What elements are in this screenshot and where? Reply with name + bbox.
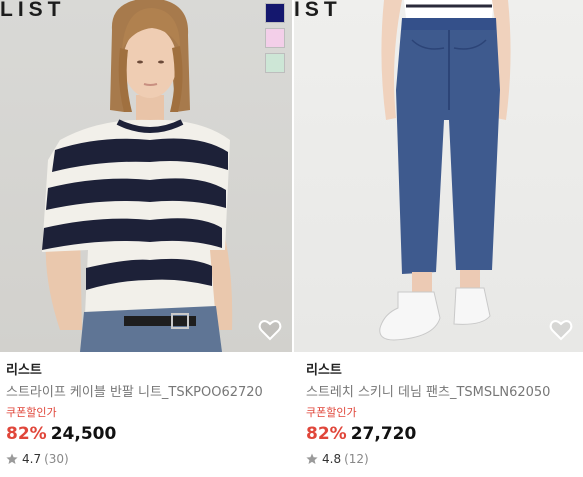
rating-row: 4.7 (30) <box>6 451 288 467</box>
price-row: 82% 27,720 <box>306 423 579 445</box>
discount-rate: 82% <box>6 424 47 444</box>
rating-score: 4.7 <box>22 452 42 466</box>
product-image[interactable]: LIST <box>0 0 292 352</box>
brand-logo: LIST <box>0 0 66 21</box>
product-name[interactable]: 스트레치 스키니 데님 팬츠_TSMSLN62050 <box>306 384 579 401</box>
product-info: 리스트 스트라이프 케이블 반팔 니트_TSKPOO62720 쿠폰할인가 82… <box>6 362 288 467</box>
review-count: (30) <box>44 452 69 466</box>
color-swatch-mint[interactable] <box>265 53 285 73</box>
product-info: 리스트 스트레치 스키니 데님 팬츠_TSMSLN62050 쿠폰할인가 82%… <box>306 362 579 467</box>
discount-rate: 82% <box>306 424 347 444</box>
review-count: (12) <box>344 452 369 466</box>
color-swatch-navy[interactable] <box>265 3 285 23</box>
price-row: 82% 24,500 <box>6 423 288 445</box>
coupon-price-label: 쿠폰할인가 <box>6 406 57 419</box>
brand-logo: IST <box>294 0 342 21</box>
sale-price: 27,720 <box>350 424 417 444</box>
coupon-price-label: 쿠폰할인가 <box>306 406 357 419</box>
star-icon <box>6 453 18 464</box>
sale-price: 24,500 <box>50 424 117 444</box>
product-grid: LIST 리스트 스트라이프 케이블 반팔 니트_TSKPOO62720 쿠폰할… <box>0 0 583 477</box>
product-image[interactable]: IST <box>294 0 583 352</box>
product-photo-jeans <box>379 0 511 341</box>
product-photo-knit <box>42 0 233 352</box>
product-card[interactable]: IST 리스트 스트레치 스키니 데님 팬츠_TSMSLN62050 쿠폰할인가… <box>294 0 583 477</box>
rating-row: 4.8 (12) <box>306 451 579 467</box>
star-icon <box>306 453 318 464</box>
wishlist-heart-icon[interactable] <box>549 319 573 341</box>
brand-name[interactable]: 리스트 <box>6 362 288 380</box>
wishlist-heart-icon[interactable] <box>258 319 282 341</box>
product-name[interactable]: 스트라이프 케이블 반팔 니트_TSKPOO62720 <box>6 384 288 401</box>
brand-name[interactable]: 리스트 <box>306 362 579 380</box>
product-card[interactable]: LIST 리스트 스트라이프 케이블 반팔 니트_TSKPOO62720 쿠폰할… <box>0 0 292 477</box>
color-swatch-pink[interactable] <box>265 28 285 48</box>
rating-score: 4.8 <box>322 452 342 466</box>
color-swatches <box>265 3 285 78</box>
